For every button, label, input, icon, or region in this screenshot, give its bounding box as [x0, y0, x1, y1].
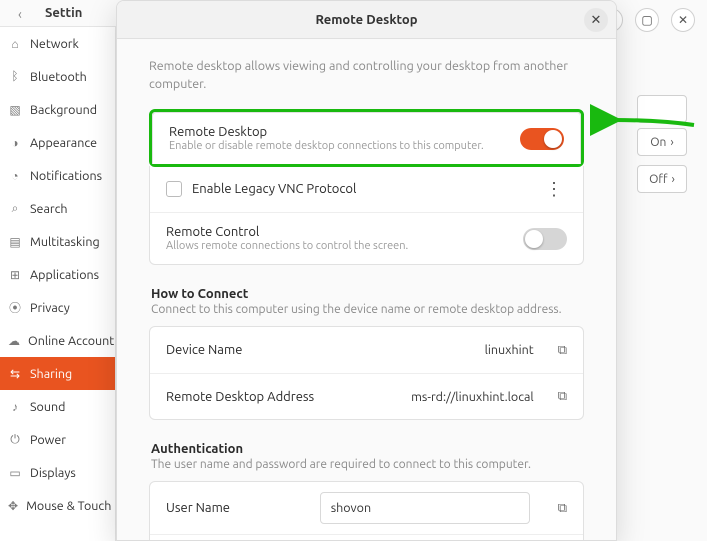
copy-device-name-button[interactable]: ⧉ — [558, 343, 567, 358]
maximize-button[interactable]: ▢ — [635, 8, 659, 32]
sidebar-item-label: Bluetooth — [30, 70, 87, 84]
copy-address-button[interactable]: ⧉ — [558, 389, 567, 404]
sidebar-item-label: Online Account — [28, 334, 114, 348]
dialog-header: Remote Desktop ✕ — [117, 1, 616, 39]
online-account-icon: ☁ — [8, 334, 20, 348]
search-icon: ⌕ — [8, 202, 22, 216]
sidebar-item-label: Mouse & Touch — [26, 499, 111, 513]
device-name-label: Device Name — [166, 343, 242, 357]
privacy-icon: ⦿ — [8, 299, 22, 316]
legacy-vnc-menu-button[interactable]: ⋮ — [541, 180, 567, 198]
sidebar-item-label: Network — [30, 37, 79, 51]
sidebar-item-sharing[interactable]: ⇆ Sharing — [0, 357, 115, 390]
sidebar-item-bluetooth[interactable]: ᛒ Bluetooth — [0, 60, 115, 93]
remote-control-row: Remote Control Allows remote connections… — [150, 212, 583, 264]
auth-heading: Authentication — [151, 442, 584, 456]
sidebar-item-label: Multitasking — [30, 235, 100, 249]
sidebar-item-privacy[interactable]: ⦿ Privacy — [0, 291, 115, 324]
network-icon: ⌂ — [8, 37, 22, 51]
sidebar-item-label: Search — [30, 202, 68, 216]
behind-toggle-off[interactable]: Off › — [637, 165, 687, 193]
legacy-vnc-row: Enable Legacy VNC Protocol ⋮ — [150, 166, 583, 212]
power-icon: ⏻ — [8, 433, 22, 447]
sidebar-item-mouse-touch[interactable]: ✥ Mouse & Touch — [0, 489, 115, 522]
username-label: User Name — [166, 501, 230, 515]
sidebar-item-network[interactable]: ⌂ Network — [0, 27, 115, 60]
highlight-box: Remote Desktop Enable or disable remote … — [149, 109, 584, 167]
sidebar-item-label: Applications — [30, 268, 99, 282]
chevron-right-icon: › — [672, 173, 675, 186]
sidebar-item-online-account[interactable]: ☁ Online Account — [0, 324, 115, 357]
address-value: ms-rd://linuxhint.local — [411, 390, 534, 404]
legacy-vnc-checkbox[interactable] — [166, 181, 182, 197]
sidebar-item-power[interactable]: ⏻ Power — [0, 423, 115, 456]
username-row: User Name ⧉ — [150, 482, 583, 534]
username-input[interactable] — [320, 492, 530, 524]
address-label: Remote Desktop Address — [166, 390, 314, 404]
dialog-description: Remote desktop allows viewing and contro… — [149, 57, 579, 93]
settings-sidebar: ⌂ Network ᛒ Bluetooth ▧ Background ◑ Appearance… — [0, 26, 116, 541]
applications-icon: ⊞ — [8, 268, 22, 282]
sidebar-item-appearance[interactable]: ◑ Appearance — [0, 126, 115, 159]
close-button[interactable]: ✕ — [584, 8, 608, 32]
legacy-vnc-label: Enable Legacy VNC Protocol — [192, 182, 356, 196]
sidebar-item-sound[interactable]: ♪ Sound — [0, 390, 115, 423]
password-row: Password 👁 ⧉ — [150, 534, 583, 541]
sound-icon: ♪ — [8, 400, 22, 414]
remote-desktop-row: Remote Desktop Enable or disable remote … — [153, 113, 580, 164]
notifications-icon: ◔ — [8, 169, 22, 183]
sidebar-item-label: Sharing — [30, 367, 72, 381]
sidebar-item-label: Sound — [30, 400, 65, 414]
bluetooth-icon: ᛒ — [8, 70, 22, 83]
remote-desktop-title: Remote Desktop — [169, 125, 484, 139]
sidebar-item-label: Appearance — [30, 136, 97, 150]
sidebar-item-label: Privacy — [30, 301, 70, 315]
copy-username-button[interactable]: ⧉ — [558, 501, 567, 516]
behind-toggle-off-label: Off — [649, 173, 667, 186]
appearance-icon: ◑ — [8, 136, 22, 150]
behind-field — [637, 95, 687, 123]
background-icon: ▧ — [8, 103, 22, 117]
chevron-right-icon: › — [670, 136, 673, 149]
mouse-touch-icon: ✥ — [8, 499, 18, 513]
close-window-button[interactable]: ✕ — [671, 8, 695, 32]
auth-sub: The user name and password are required … — [151, 458, 584, 471]
sidebar-item-background[interactable]: ▧ Background — [0, 93, 115, 126]
behind-toggle-on[interactable]: On › — [637, 128, 687, 156]
back-icon[interactable]: ‹ — [18, 6, 22, 22]
settings-title: Settin — [45, 6, 82, 20]
remote-desktop-switch[interactable] — [520, 128, 564, 150]
sidebar-item-label: Displays — [30, 466, 76, 480]
sidebar-item-label: Power — [30, 433, 66, 447]
remote-control-subtitle: Allows remote connections to control the… — [166, 240, 408, 252]
sidebar-item-search[interactable]: ⌕ Search — [0, 192, 115, 225]
device-name-value: linuxhint — [485, 343, 534, 357]
close-icon: ✕ — [591, 13, 602, 28]
remote-desktop-dialog: Remote Desktop ✕ Remote desktop allows v… — [116, 0, 617, 541]
address-row: Remote Desktop Address ms-rd://linuxhint… — [150, 373, 583, 419]
remote-desktop-subtitle: Enable or disable remote desktop connect… — [169, 140, 484, 152]
multitasking-icon: ▤ — [8, 235, 22, 249]
remote-control-switch[interactable] — [523, 228, 567, 250]
how-to-connect-heading: How to Connect — [151, 287, 584, 301]
sidebar-item-multitasking[interactable]: ▤ Multitasking — [0, 225, 115, 258]
sidebar-item-displays[interactable]: ▭ Displays — [0, 456, 115, 489]
remote-control-title: Remote Control — [166, 225, 408, 239]
behind-toggle-on-label: On — [650, 136, 666, 149]
sidebar-item-notifications[interactable]: ◔ Notifications — [0, 159, 115, 192]
sidebar-item-label: Notifications — [30, 169, 102, 183]
device-name-row: Device Name linuxhint ⧉ — [150, 327, 583, 373]
displays-icon: ▭ — [8, 466, 22, 480]
sidebar-item-applications[interactable]: ⊞ Applications — [0, 258, 115, 291]
dialog-title: Remote Desktop — [315, 13, 417, 27]
sidebar-item-label: Background — [30, 103, 97, 117]
sharing-icon: ⇆ — [8, 367, 22, 381]
how-to-connect-sub: Connect to this computer using the devic… — [151, 303, 584, 316]
